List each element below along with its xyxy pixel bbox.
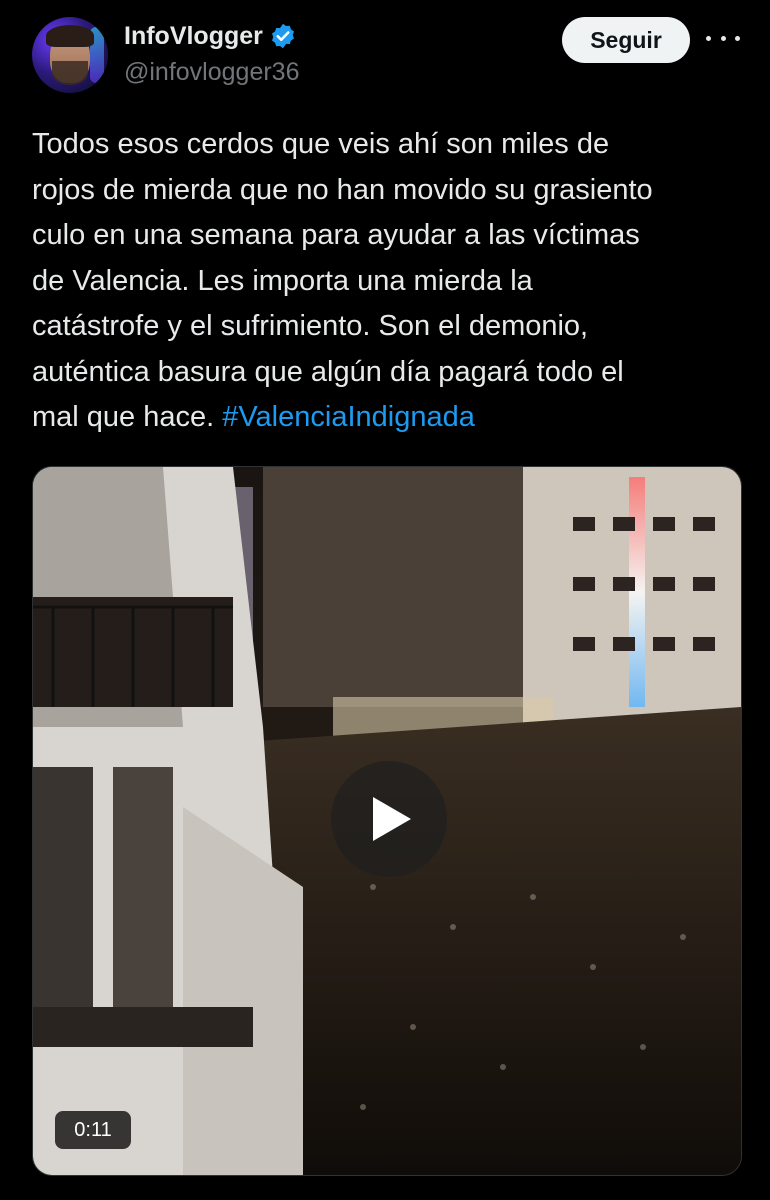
avatar[interactable]: [32, 17, 108, 93]
avatar-beard: [52, 61, 88, 85]
verified-badge-icon: [269, 22, 297, 50]
video-player[interactable]: 0:11: [32, 466, 742, 1176]
play-icon: [373, 797, 411, 841]
play-button[interactable]: [331, 761, 447, 877]
author-display-name[interactable]: InfoVlogger: [124, 22, 263, 51]
tweet-line: mal que hace.: [32, 401, 223, 433]
tweet-line: auténtica basura que algún día pagará to…: [32, 355, 624, 388]
tweet-last-line: mal que hace. #ValenciaIndignada: [32, 395, 742, 441]
tweet-line: culo en una semana para ayudar a las víc…: [32, 219, 640, 251]
tweet-line: de Valencia. Les importa una mierda la: [32, 264, 533, 297]
video-duration: 0:11: [55, 1111, 131, 1149]
tweet-line: rojos de mierda que no han movido su gra…: [32, 173, 653, 206]
tweet-line: catástrofe y el sufrimiento. Son el demo…: [32, 310, 589, 342]
hashtag-link[interactable]: #ValenciaIndignada: [222, 401, 475, 433]
author-name-row[interactable]: InfoVlogger: [124, 20, 297, 52]
more-horizontal-icon[interactable]: [706, 28, 740, 48]
tweet-line: Todos esos cerdos que veis ahí son miles…: [32, 128, 610, 160]
follow-button[interactable]: Seguir: [562, 17, 690, 63]
avatar-hair: [46, 25, 94, 47]
author-handle[interactable]: @infovlogger36: [124, 58, 300, 87]
tweet-text: Todos esos cerdos que veis ahí son miles…: [32, 122, 742, 441]
tweet-header: InfoVlogger @infovlogger36 Seguir: [0, 0, 770, 110]
